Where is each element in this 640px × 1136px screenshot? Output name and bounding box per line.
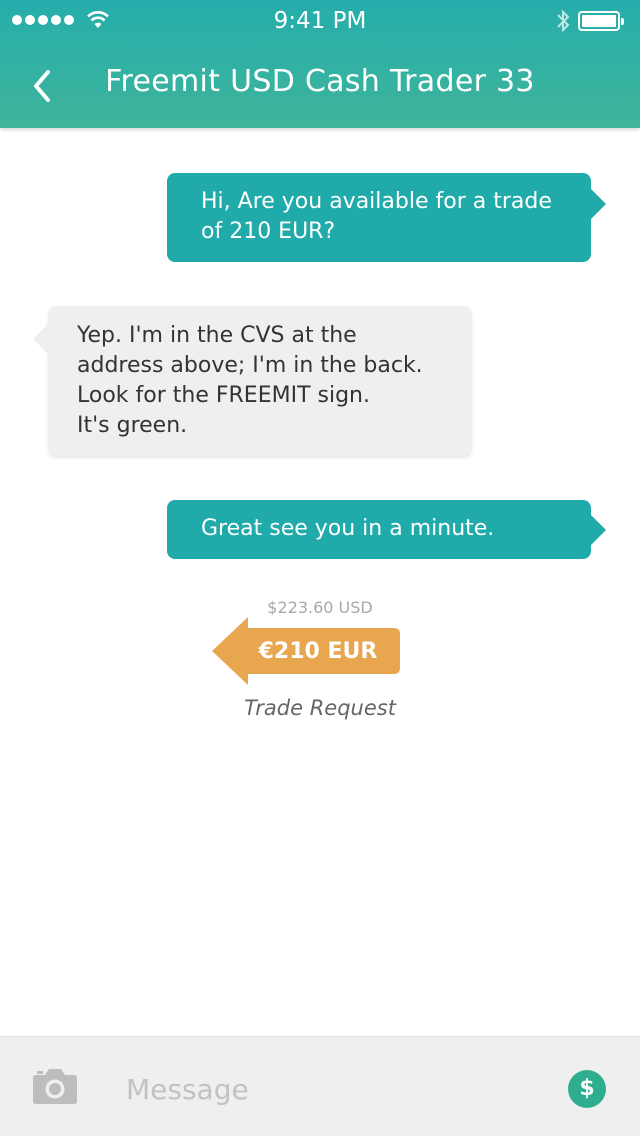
trade-usd-amount: $223.60 USD (267, 598, 373, 617)
battery-icon (578, 11, 624, 31)
message-bubble-outgoing[interactable]: Great see you in a minute. (167, 500, 606, 559)
trade-request-label: Trade Request (244, 696, 396, 720)
status-time: 9:41 PM (273, 8, 367, 34)
message-bubble-outgoing[interactable]: Hi, Are you available for a trade of 210… (167, 173, 606, 262)
message-input[interactable] (112, 1065, 560, 1113)
status-bar: 9:41 PM (0, 0, 640, 40)
message-text-line: address above; I'm in the back. (77, 353, 423, 378)
message-text-line: of 210 EUR? (201, 219, 336, 244)
conversation-title: Freemit USD Cash Trader 33 (105, 64, 535, 99)
message-bubble-incoming[interactable]: Yep. I'm in the CVS at the address above… (33, 306, 472, 456)
message-text-line: Hi, Are you available for a trade (201, 189, 552, 214)
message-text-line: Great see you in a minute. (201, 516, 495, 541)
message-text-line: Yep. I'm in the CVS at the (77, 323, 357, 348)
app-header: 9:41 PM Freemit USD Cash Trader 33 (0, 0, 640, 128)
message-composer: $ (0, 1036, 640, 1136)
trade-eur-amount: €210 EUR (258, 639, 378, 664)
bluetooth-icon (557, 9, 570, 33)
send-money-button[interactable]: $ (568, 1070, 606, 1108)
camera-icon[interactable] (32, 1067, 78, 1105)
message-text-line: Look for the FREEMIT sign. (77, 383, 370, 408)
message-text-line: It's green. (77, 413, 188, 438)
